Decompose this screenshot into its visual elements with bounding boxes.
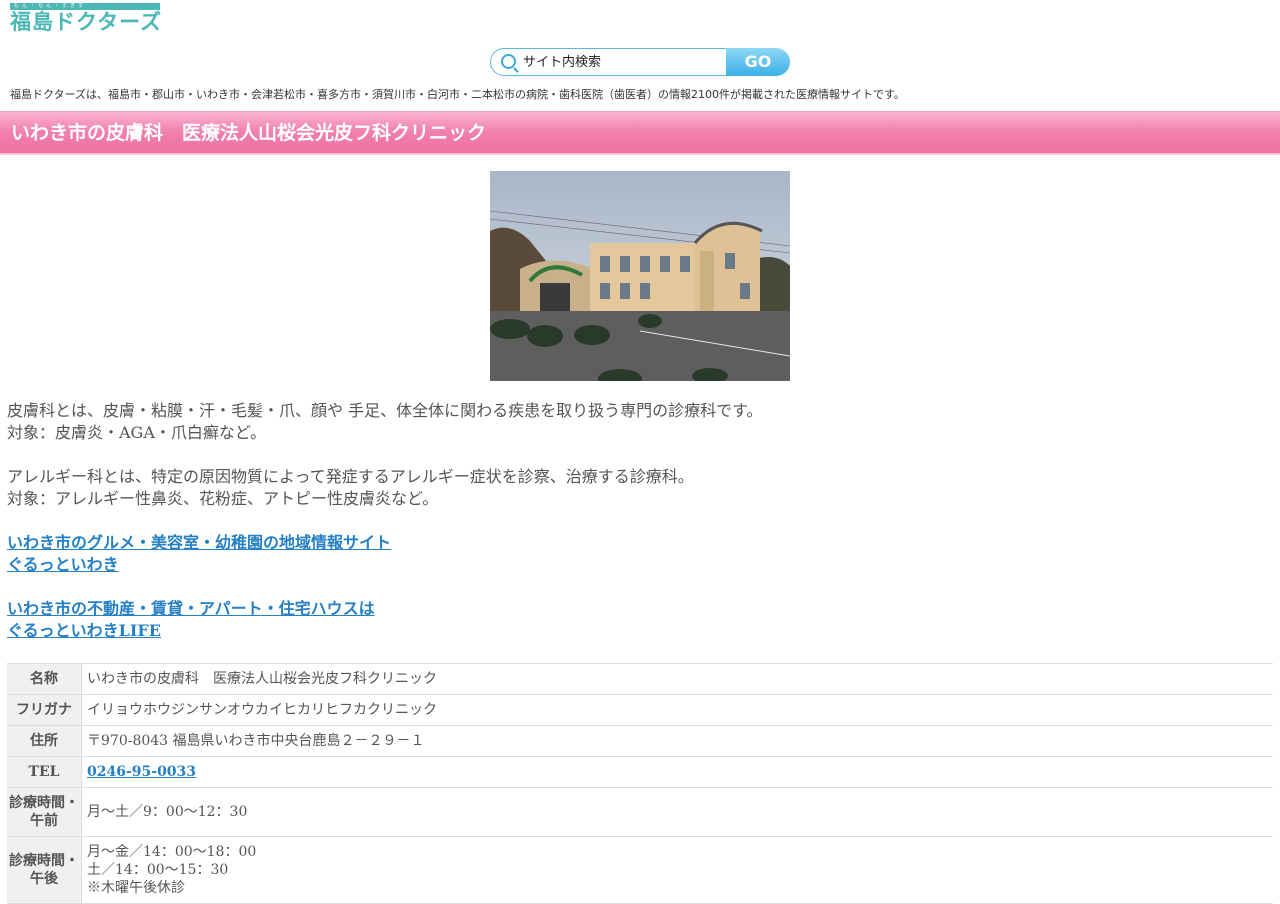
search-box: [490, 48, 730, 76]
morning-hours-value: 月～土／9：00～12：30: [81, 787, 1273, 837]
dermatology-description: 皮膚科とは、皮膚・粘膜・汗・毛髪・爪、顔や 手足、体全体に関わる疾患を取り扱う専…: [7, 401, 763, 420]
clinic-building-image: [490, 171, 790, 381]
tel-label: TEL: [7, 756, 82, 788]
afternoon-hours-weekday: 月～金／14：00～18：00: [87, 844, 257, 860]
logo-tagline: もん・ちん・すきす: [10, 3, 160, 10]
clinic-photo: [490, 171, 790, 381]
address-label: 住所: [7, 725, 82, 757]
morning-hours-label: 診療時間・午前: [7, 787, 82, 837]
afternoon-hours-value: 月～金／14：00～18：00 土／14：00～15：30 ※木曜午後休診: [81, 836, 1273, 904]
allergy-targets: 対象：アレルギー性鼻炎、花粉症、アトピー性皮膚炎など。: [7, 489, 439, 508]
name-value: いわき市の皮膚科 医療法人山桜会光皮フ科クリニック: [81, 663, 1273, 695]
table-row: フリガナ イリョウホウジンサンオウカイヒカリヒフカクリニック: [7, 694, 1273, 726]
site-logo[interactable]: もん・ちん・すきす 福島ドクターズ: [10, 3, 163, 35]
table-row: 住所 〒970-8043 福島県いわき市中央台鹿島２－２９－１: [7, 725, 1273, 757]
clinic-description: 皮膚科とは、皮膚・粘膜・汗・毛髪・爪、顔や 手足、体全体に関わる疾患を取り扱う専…: [7, 400, 1273, 642]
table-row: 名称 いわき市の皮膚科 医療法人山桜会光皮フ科クリニック: [7, 663, 1273, 695]
name-label: 名称: [7, 663, 82, 695]
realestate-site-link[interactable]: いわき市の不動産・賃貸・アパート・住宅ハウスは: [7, 598, 1273, 620]
afternoon-hours-saturday: 土／14：00～15：30: [87, 862, 229, 878]
clinic-info-table: 名称 いわき市の皮膚科 医療法人山桜会光皮フ科クリニック フリガナ イリョウホウ…: [7, 663, 1273, 904]
search-icon: [501, 54, 516, 69]
search-input[interactable]: [523, 52, 713, 72]
page-title-bar: いわき市の皮膚科 医療法人山桜会光皮フ科クリニック: [0, 111, 1280, 155]
address-value: 〒970-8043 福島県いわき市中央台鹿島２－２９－１: [81, 725, 1273, 757]
table-row: TEL 0246-95-0033: [7, 756, 1273, 788]
kana-label: フリガナ: [7, 694, 82, 726]
gourmet-site-link[interactable]: いわき市のグルメ・美容室・幼稚園の地域情報サイト: [7, 532, 1273, 554]
site-description: 福島ドクターズは、福島市・郡山市・いわき市・会津若松市・喜多方市・須賀川市・白河…: [10, 88, 905, 101]
site-header: もん・ちん・すきす 福島ドクターズ: [0, 0, 1280, 46]
gurutto-iwaki-link[interactable]: ぐるっといわき: [7, 554, 1273, 576]
page-title: いわき市の皮膚科 医療法人山桜会光皮フ科クリニック: [11, 122, 487, 144]
gurutto-iwaki-life-link[interactable]: ぐるっといわきLIFE: [7, 620, 1273, 642]
allergy-description: アレルギー科とは、特定の原因物質によって発症するアレルギー症状を診察、治療する診…: [7, 467, 694, 486]
tel-link[interactable]: 0246-95-0033: [87, 764, 196, 780]
logo-text: 福島ドクターズ: [10, 10, 163, 34]
search-go-button[interactable]: GO: [726, 48, 790, 76]
table-row: 診療時間・午後 月～金／14：00～18：00 土／14：00～15：30 ※木…: [7, 836, 1273, 904]
table-row: 診療時間・午前 月～土／9：00～12：30: [7, 787, 1273, 837]
kana-value: イリョウホウジンサンオウカイヒカリヒフカクリニック: [81, 694, 1273, 726]
afternoon-hours-note: ※木曜午後休診: [87, 880, 185, 896]
dermatology-targets: 対象：皮膚炎・AGA・爪白癬など。: [7, 423, 267, 442]
afternoon-hours-label: 診療時間・午後: [7, 836, 82, 904]
site-search: GO: [490, 48, 790, 76]
